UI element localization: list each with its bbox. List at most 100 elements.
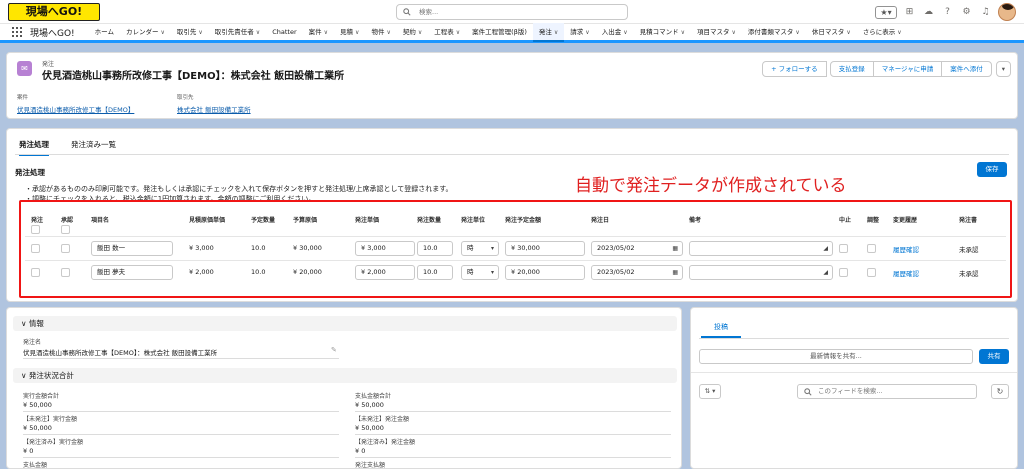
unit-select[interactable]: 時 ▾ (461, 265, 499, 280)
bell-icon[interactable]: ♫ (979, 6, 992, 19)
feed-search-input[interactable]: このフィードを検索... (797, 384, 977, 399)
nav-item[interactable]: Chatter (266, 23, 302, 42)
stop-checkbox[interactable] (839, 268, 848, 277)
order-date-value: 2023/05/02 (597, 268, 635, 276)
chevron-down-icon[interactable]: ∨ (256, 29, 260, 36)
item-name-input[interactable]: 飯田 夢夫 (91, 265, 173, 280)
approve-checkbox[interactable] (61, 268, 70, 277)
totals-section-header[interactable]: ∨ 発注状況合計 (13, 368, 677, 383)
follow-button[interactable]: + フォローする (762, 61, 827, 77)
history-link[interactable]: 履歴確認 (893, 268, 919, 278)
total-label: 【発注済み】発注金額 (355, 439, 416, 446)
remarks-textarea[interactable]: ◢ (689, 265, 833, 280)
app-logo[interactable]: 現場へGO! (8, 3, 100, 21)
nav-item[interactable]: 発注 ∨ (532, 22, 565, 42)
col-order-qty: 発注数量 (417, 217, 442, 224)
share-update-input[interactable]: 最新情報を共有... (699, 349, 973, 364)
case-link[interactable]: 伏見酒造桃山事務所改修工事【DEMO】 (17, 104, 134, 114)
info-section-title: 情報 (28, 319, 44, 328)
chevron-down-icon[interactable]: ∨ (198, 29, 202, 36)
field-divider (355, 434, 671, 435)
chevron-down-icon[interactable]: ∨ (554, 29, 558, 36)
share-button[interactable]: 共有 (979, 349, 1009, 364)
nav-item[interactable]: 案件 ∨ (303, 23, 334, 42)
nav-item[interactable]: 工程表 ∨ (428, 23, 466, 42)
adjust-checkbox[interactable] (867, 268, 876, 277)
history-link[interactable]: 履歴確認 (893, 244, 919, 254)
nav-item[interactable]: 項目マスタ ∨ (691, 23, 742, 42)
chevron-down-icon[interactable]: ∨ (355, 29, 359, 36)
chevron-down-icon[interactable]: ∨ (623, 29, 627, 36)
item-name-input[interactable]: 飯田 数一 (91, 241, 173, 256)
chevron-down-icon[interactable]: ∨ (418, 29, 422, 36)
nav-item[interactable]: カレンダー ∨ (120, 23, 171, 42)
nav-item[interactable]: 物件 ∨ (365, 23, 396, 42)
col-adjust: 調整 (867, 217, 880, 224)
chevron-down-icon[interactable]: ∨ (846, 29, 850, 36)
nav-item[interactable]: ホーム (89, 23, 120, 42)
more-actions-button[interactable]: ▾ (995, 61, 1011, 77)
edit-pencil-icon[interactable]: ✎ (331, 346, 337, 354)
chevron-down-icon[interactable]: ∨ (324, 29, 328, 36)
nav-item[interactable]: 取引先責任者 ∨ (209, 23, 266, 42)
add-icon[interactable]: ⊞ (903, 6, 916, 19)
chevron-down-icon: ▾ (490, 245, 494, 252)
unit-price-input[interactable]: ¥ 2,000 (355, 265, 415, 280)
order-qty-input[interactable]: 10.0 (417, 265, 453, 280)
chevron-down-icon[interactable]: ∨ (585, 29, 589, 36)
favorites-star-icon[interactable]: ★▾ (875, 5, 897, 19)
chevron-down-icon[interactable]: ∨ (681, 29, 685, 36)
tab-post[interactable]: 投稿 (701, 316, 741, 338)
nav-item[interactable]: 案件工程管理(β版) (466, 23, 533, 42)
order-amount-input[interactable]: ¥ 30,000 (505, 241, 585, 256)
chevron-down-icon[interactable]: ∨ (456, 29, 460, 36)
chevron-down-icon[interactable]: ∨ (160, 29, 164, 36)
order-checkbox[interactable] (31, 268, 40, 277)
info-section-header[interactable]: ∨ 情報 (13, 316, 677, 331)
nav-item[interactable]: さらに表示 ∨ (857, 23, 908, 42)
resize-handle-icon: ◢ (823, 269, 828, 276)
user-avatar[interactable] (998, 3, 1016, 21)
account-link[interactable]: 株式会社 飯田設備工業所 (177, 104, 251, 114)
order-qty-input[interactable]: 10.0 (417, 241, 453, 256)
help-icon[interactable]: ? (941, 6, 954, 19)
app-nav-bar: 現場へGO! ホーム カレンダー ∨ 取引先 ∨ 取引先責任者 ∨ Chatter 案件 ∨ 見積 ∨… (0, 22, 1024, 43)
gear-icon[interactable]: ⚙ (960, 6, 973, 19)
nav-item[interactable]: 取引先 ∨ (171, 23, 209, 42)
unit-select[interactable]: 時 ▾ (461, 241, 499, 256)
global-search-input[interactable]: 検索... (396, 4, 628, 20)
attach-to-case-button[interactable]: 案件へ添付 (941, 61, 992, 77)
save-button[interactable]: 保存 (977, 162, 1007, 177)
cloud-icon[interactable]: ☁ (922, 6, 935, 19)
order-name-value: 伏見酒造桃山事務所改修工事【DEMO】：株式会社 飯田設備工業所 (23, 349, 218, 357)
chevron-down-icon[interactable]: ∨ (386, 29, 390, 36)
order-date-input[interactable]: 2023/05/02 ▦ (591, 265, 683, 280)
unit-price-input[interactable]: ¥ 3,000 (355, 241, 415, 256)
order-checkbox[interactable] (31, 244, 40, 253)
order-amount-input[interactable]: ¥ 20,000 (505, 265, 585, 280)
app-launcher-icon[interactable] (12, 27, 24, 37)
stop-checkbox[interactable] (839, 244, 848, 253)
chevron-down-icon[interactable]: ∨ (795, 29, 799, 36)
select-all-approve-checkbox[interactable] (61, 225, 70, 234)
approve-checkbox[interactable] (61, 244, 70, 253)
nav-item[interactable]: 契約 ∨ (397, 23, 428, 42)
payment-register-button[interactable]: 支払登録 (829, 61, 874, 77)
chevron-down-icon[interactable]: ∨ (732, 29, 736, 36)
nav-item[interactable]: 見積 ∨ (334, 23, 365, 42)
nav-item[interactable]: 見積コマンド ∨ (634, 23, 691, 42)
refresh-button[interactable]: ↻ (991, 384, 1009, 399)
nav-item[interactable]: 添付書類マスタ ∨ (742, 23, 806, 42)
field-divider (23, 457, 339, 458)
nav-item[interactable]: 休日マスタ ∨ (806, 23, 857, 42)
manager-apply-button[interactable]: マネージャに申請 (872, 61, 943, 77)
nav-item[interactable]: 請求 ∨ (564, 23, 595, 42)
chevron-down-icon[interactable]: ∨ (897, 29, 901, 36)
nav-item[interactable]: 入出金 ∨ (596, 23, 634, 42)
total-label: 支払金額合計 (355, 393, 392, 400)
remarks-textarea[interactable]: ◢ (689, 241, 833, 256)
adjust-checkbox[interactable] (867, 244, 876, 253)
order-date-input[interactable]: 2023/05/02 ▦ (591, 241, 683, 256)
select-all-order-checkbox[interactable] (31, 225, 40, 234)
sort-button[interactable]: ⇅ ▾ (699, 384, 721, 399)
